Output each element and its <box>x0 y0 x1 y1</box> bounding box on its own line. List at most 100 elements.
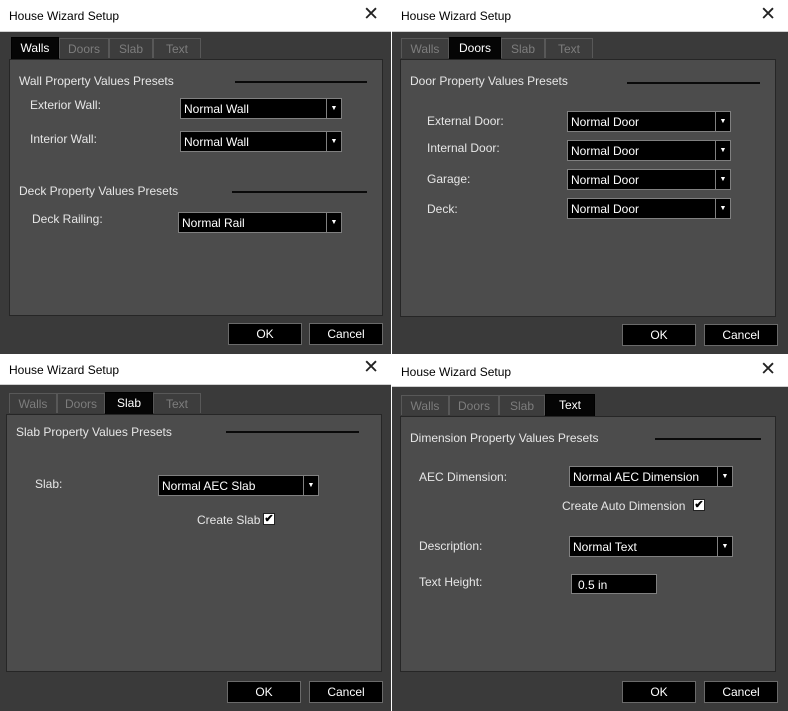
dialog-title: House Wizard Setup <box>401 365 512 379</box>
create-auto-dimension-checkbox[interactable]: ✔ <box>693 499 705 511</box>
dialog-title: House Wizard Setup <box>401 9 512 23</box>
chevron-down-icon[interactable]: ▼ <box>715 199 730 218</box>
tab-panel: Dimension Property Values Presets AEC Di… <box>400 416 776 672</box>
external-door-select[interactable]: Normal Door ▼ <box>567 111 731 132</box>
dialog-title: House Wizard Setup <box>9 363 120 377</box>
chevron-down-icon[interactable]: ▼ <box>715 141 730 160</box>
title-bar: House Wizard Setup ✕ <box>0 0 391 32</box>
create-auto-dimension-label: Create Auto Dimension <box>562 499 686 513</box>
title-bar: House Wizard Setup ✕ <box>0 355 391 385</box>
text-height-value: 0.5 in <box>578 578 608 592</box>
garage-door-value: Normal Door <box>571 173 640 187</box>
garage-label: Garage: <box>427 172 471 186</box>
tab-slab[interactable]: Slab <box>501 38 545 58</box>
tab-text[interactable]: Text <box>545 38 593 58</box>
external-door-value: Normal Door <box>571 115 640 129</box>
internal-door-label: Internal Door: <box>427 141 500 155</box>
internal-door-value: Normal Door <box>571 144 640 158</box>
title-bar: House Wizard Setup ✕ <box>392 357 788 387</box>
aec-dimension-value: Normal AEC Dimension <box>573 470 700 484</box>
walls-dialog: House Wizard Setup ✕ Walls Doors Slab Te… <box>0 0 391 354</box>
ok-button[interactable]: OK <box>227 681 301 703</box>
interior-wall-value: Normal Wall <box>184 135 249 149</box>
section-divider <box>235 81 367 83</box>
slab-section-title: Slab Property Values Presets <box>16 425 172 439</box>
text-height-input[interactable]: 0.5 in <box>571 574 657 594</box>
deck-label: Deck: <box>427 202 458 216</box>
close-icon[interactable]: ✕ <box>760 4 776 26</box>
tab-doors[interactable]: Doors <box>57 393 105 413</box>
garage-door-select[interactable]: Normal Door ▼ <box>567 169 731 190</box>
external-door-label: External Door: <box>427 114 504 128</box>
text-dialog: House Wizard Setup ✕ Walls Doors Slab Te… <box>392 357 788 711</box>
tab-doors[interactable]: Doors <box>59 38 109 58</box>
chevron-down-icon[interactable]: ▼ <box>326 99 341 118</box>
ok-button[interactable]: OK <box>622 324 696 346</box>
tab-walls[interactable]: Walls <box>401 395 449 415</box>
interior-wall-label: Interior Wall: <box>30 132 97 146</box>
doors-dialog: House Wizard Setup ✕ Walls Doors Slab Te… <box>392 0 788 354</box>
create-slab-label: Create Slab <box>197 513 261 527</box>
exterior-wall-select[interactable]: Normal Wall ▼ <box>180 98 342 119</box>
cancel-button[interactable]: Cancel <box>309 681 383 703</box>
slab-value: Normal AEC Slab <box>162 479 256 493</box>
slab-dialog: House Wizard Setup ✕ Walls Doors Slab Te… <box>0 355 391 711</box>
deck-railing-select[interactable]: Normal Rail ▼ <box>178 212 342 233</box>
wall-section-title: Wall Property Values Presets <box>19 74 174 88</box>
cancel-button[interactable]: Cancel <box>704 324 778 346</box>
close-icon[interactable]: ✕ <box>363 4 379 26</box>
tab-slab[interactable]: Slab <box>105 392 153 414</box>
tab-panel: Door Property Values Presets External Do… <box>400 59 776 317</box>
tab-slab[interactable]: Slab <box>499 395 545 415</box>
chevron-down-icon[interactable]: ▼ <box>715 170 730 189</box>
section-divider <box>627 82 760 84</box>
tab-slab[interactable]: Slab <box>109 38 153 58</box>
section-divider <box>226 431 359 433</box>
tab-doors[interactable]: Doors <box>449 37 501 59</box>
chevron-down-icon[interactable]: ▼ <box>717 467 732 486</box>
aec-dimension-select[interactable]: Normal AEC Dimension ▼ <box>569 466 733 487</box>
close-icon[interactable]: ✕ <box>760 359 776 381</box>
ok-button[interactable]: OK <box>622 681 696 703</box>
tab-walls[interactable]: Walls <box>9 393 57 413</box>
section-divider <box>232 191 367 193</box>
chevron-down-icon[interactable]: ▼ <box>717 537 732 556</box>
aec-dimension-label: AEC Dimension: <box>419 470 508 484</box>
tab-text[interactable]: Text <box>153 393 201 413</box>
tab-text[interactable]: Text <box>545 394 595 416</box>
description-label: Description: <box>419 539 483 553</box>
deck-railing-value: Normal Rail <box>182 216 245 230</box>
tab-text[interactable]: Text <box>153 38 201 58</box>
title-bar: House Wizard Setup ✕ <box>392 0 788 32</box>
dialog-title: House Wizard Setup <box>9 9 120 23</box>
door-section-title: Door Property Values Presets <box>410 74 568 88</box>
description-select[interactable]: Normal Text ▼ <box>569 536 733 557</box>
deck-railing-label: Deck Railing: <box>32 212 103 226</box>
create-slab-checkbox[interactable]: ✔ <box>263 513 275 525</box>
internal-door-select[interactable]: Normal Door ▼ <box>567 140 731 161</box>
tab-panel: Wall Property Values Presets Exterior Wa… <box>9 59 383 316</box>
chevron-down-icon[interactable]: ▼ <box>303 476 318 495</box>
exterior-wall-label: Exterior Wall: <box>30 98 101 112</box>
dimension-section-title: Dimension Property Values Presets <box>410 431 599 445</box>
ok-button[interactable]: OK <box>228 323 302 345</box>
interior-wall-select[interactable]: Normal Wall ▼ <box>180 131 342 152</box>
chevron-down-icon[interactable]: ▼ <box>715 112 730 131</box>
slab-label: Slab: <box>35 477 63 491</box>
text-height-label: Text Height: <box>419 575 483 589</box>
description-value: Normal Text <box>573 540 637 554</box>
cancel-button[interactable]: Cancel <box>704 681 778 703</box>
slab-select[interactable]: Normal AEC Slab ▼ <box>158 475 319 496</box>
tab-walls[interactable]: Walls <box>11 37 59 59</box>
close-icon[interactable]: ✕ <box>363 357 379 379</box>
chevron-down-icon[interactable]: ▼ <box>326 132 341 151</box>
deck-section-title: Deck Property Values Presets <box>19 184 179 198</box>
tab-walls[interactable]: Walls <box>401 38 449 58</box>
deck-door-value: Normal Door <box>571 202 640 216</box>
chevron-down-icon[interactable]: ▼ <box>326 213 341 232</box>
tab-panel: Slab Property Values Presets Slab: Norma… <box>6 414 382 672</box>
deck-door-select[interactable]: Normal Door ▼ <box>567 198 731 219</box>
exterior-wall-value: Normal Wall <box>184 102 249 116</box>
cancel-button[interactable]: Cancel <box>309 323 383 345</box>
tab-doors[interactable]: Doors <box>449 395 499 415</box>
